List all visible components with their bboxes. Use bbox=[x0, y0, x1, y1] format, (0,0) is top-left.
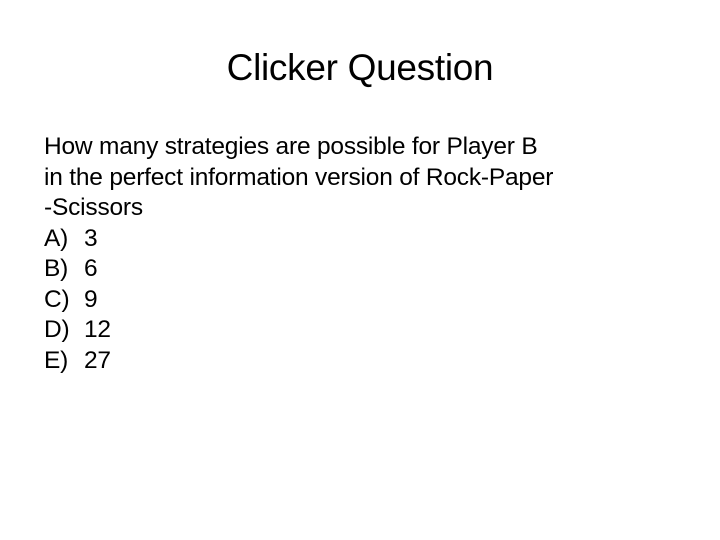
answer-option-d: D) 12 bbox=[44, 315, 684, 346]
option-value: 27 bbox=[84, 346, 111, 374]
question-line: in the perfect information version of Ro… bbox=[44, 163, 554, 191]
question-line: -Scissors bbox=[44, 194, 143, 221]
option-letter: E) bbox=[44, 346, 69, 374]
slide: Clicker Question How many strategies are… bbox=[0, 0, 720, 540]
question-line: How many strategies are possible for Pla… bbox=[44, 133, 538, 160]
option-letter: C) bbox=[44, 285, 70, 313]
option-value: 12 bbox=[84, 316, 111, 343]
slide-title: Clicker Question bbox=[226, 47, 494, 88]
answer-options: A) 3 B) 6 C) 9 D) 12 E) 27 bbox=[44, 224, 684, 377]
option-value: 6 bbox=[84, 255, 98, 282]
option-letter: A) bbox=[44, 224, 69, 252]
answer-option-c: C) 9 bbox=[44, 285, 684, 316]
answer-option-b: B) 6 bbox=[44, 254, 684, 285]
slide-body: How many strategies are possible for Pla… bbox=[44, 132, 684, 376]
answer-option-a: A) 3 bbox=[44, 224, 684, 255]
answer-option-e: E) 27 bbox=[44, 346, 684, 377]
option-value: 9 bbox=[84, 285, 98, 313]
option-value: 3 bbox=[84, 224, 98, 252]
option-letter: D) bbox=[44, 316, 70, 343]
option-letter: B) bbox=[44, 255, 69, 282]
